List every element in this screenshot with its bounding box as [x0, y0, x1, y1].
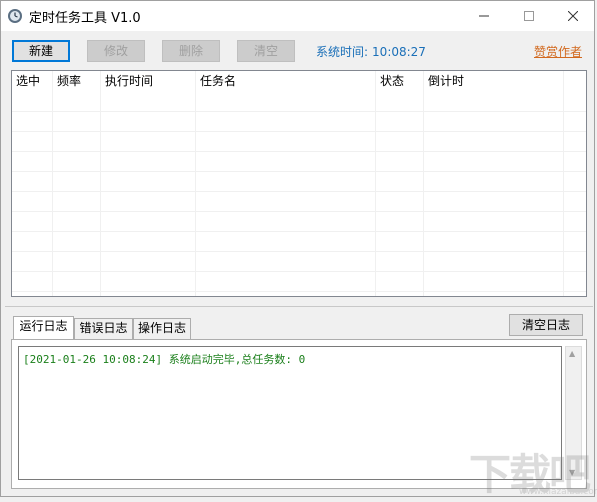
scroll-up-icon[interactable]: ▲ — [569, 349, 575, 358]
grid-line — [195, 71, 196, 296]
main-window: 定时任务工具 V1.0 新建 修改 删除 清空 系统时间: 10:08:27 赞赏… — [0, 0, 597, 499]
task-table-header: 选中 频率 执行时间 任务名 状态 倒计时 — [12, 71, 586, 91]
column-header-countdown[interactable]: 倒计时 — [424, 71, 562, 91]
column-header-frequency[interactable]: 频率 — [53, 71, 101, 91]
column-header-exec-time[interactable]: 执行时间 — [101, 71, 196, 91]
grid-line — [423, 71, 424, 296]
grid-line — [12, 251, 586, 252]
minimize-icon — [478, 15, 489, 17]
grid-line — [12, 111, 586, 112]
delete-task-button[interactable]: 删除 — [162, 40, 220, 62]
grid-line — [12, 271, 586, 272]
clear-log-button[interactable]: 清空日志 — [509, 314, 583, 336]
grid-line — [12, 191, 586, 192]
log-panel: [2021-01-26 10:08:24] 系统启动完毕,总任务数: 0 ▲ ▼ — [11, 339, 587, 489]
title-bar[interactable]: 定时任务工具 V1.0 — [1, 1, 594, 31]
log-textarea[interactable]: [2021-01-26 10:08:24] 系统启动完毕,总任务数: 0 — [18, 346, 562, 480]
grid-line — [12, 151, 586, 152]
close-button[interactable] — [550, 1, 595, 31]
tab-run-log[interactable]: 运行日志 — [13, 316, 74, 339]
maximize-icon — [523, 11, 534, 21]
grid-line — [12, 211, 586, 212]
column-header-task-name[interactable]: 任务名 — [196, 71, 376, 91]
edit-task-button[interactable]: 修改 — [87, 40, 145, 62]
task-table[interactable]: 选中 频率 执行时间 任务名 状态 倒计时 — [11, 70, 587, 297]
minimize-button[interactable] — [461, 1, 506, 31]
system-time: 系统时间: 10:08:27 — [316, 43, 426, 60]
column-header-status[interactable]: 状态 — [376, 71, 424, 91]
grid-line — [12, 171, 586, 172]
maximize-button[interactable] — [506, 1, 551, 31]
section-divider — [5, 306, 593, 307]
log-entry: [2021-01-26 10:08:24] 系统启动完毕,总任务数: 0 — [23, 353, 306, 366]
system-time-label: 系统时间: — [316, 45, 369, 59]
grid-line — [52, 71, 53, 296]
grid-line — [12, 131, 586, 132]
donate-author-link[interactable]: 赞赏作者 — [534, 43, 582, 60]
grid-line — [12, 291, 586, 292]
tab-error-log[interactable]: 错误日志 — [74, 318, 133, 339]
tab-operation-log[interactable]: 操作日志 — [133, 318, 191, 339]
window-title: 定时任务工具 V1.0 — [29, 11, 141, 26]
grid-line — [563, 71, 564, 296]
grid-line — [100, 71, 101, 296]
grid-line — [375, 71, 376, 296]
clear-tasks-button[interactable]: 清空 — [237, 40, 295, 62]
system-time-value: 10:08:27 — [372, 45, 426, 59]
grid-line — [12, 231, 586, 232]
column-header-selected[interactable]: 选中 — [12, 71, 53, 91]
close-icon — [567, 11, 578, 21]
log-scrollbar[interactable]: ▲ ▼ — [565, 346, 582, 480]
scroll-down-icon[interactable]: ▼ — [569, 468, 575, 477]
new-task-button[interactable]: 新建 — [12, 40, 70, 62]
clock-icon — [8, 9, 22, 23]
